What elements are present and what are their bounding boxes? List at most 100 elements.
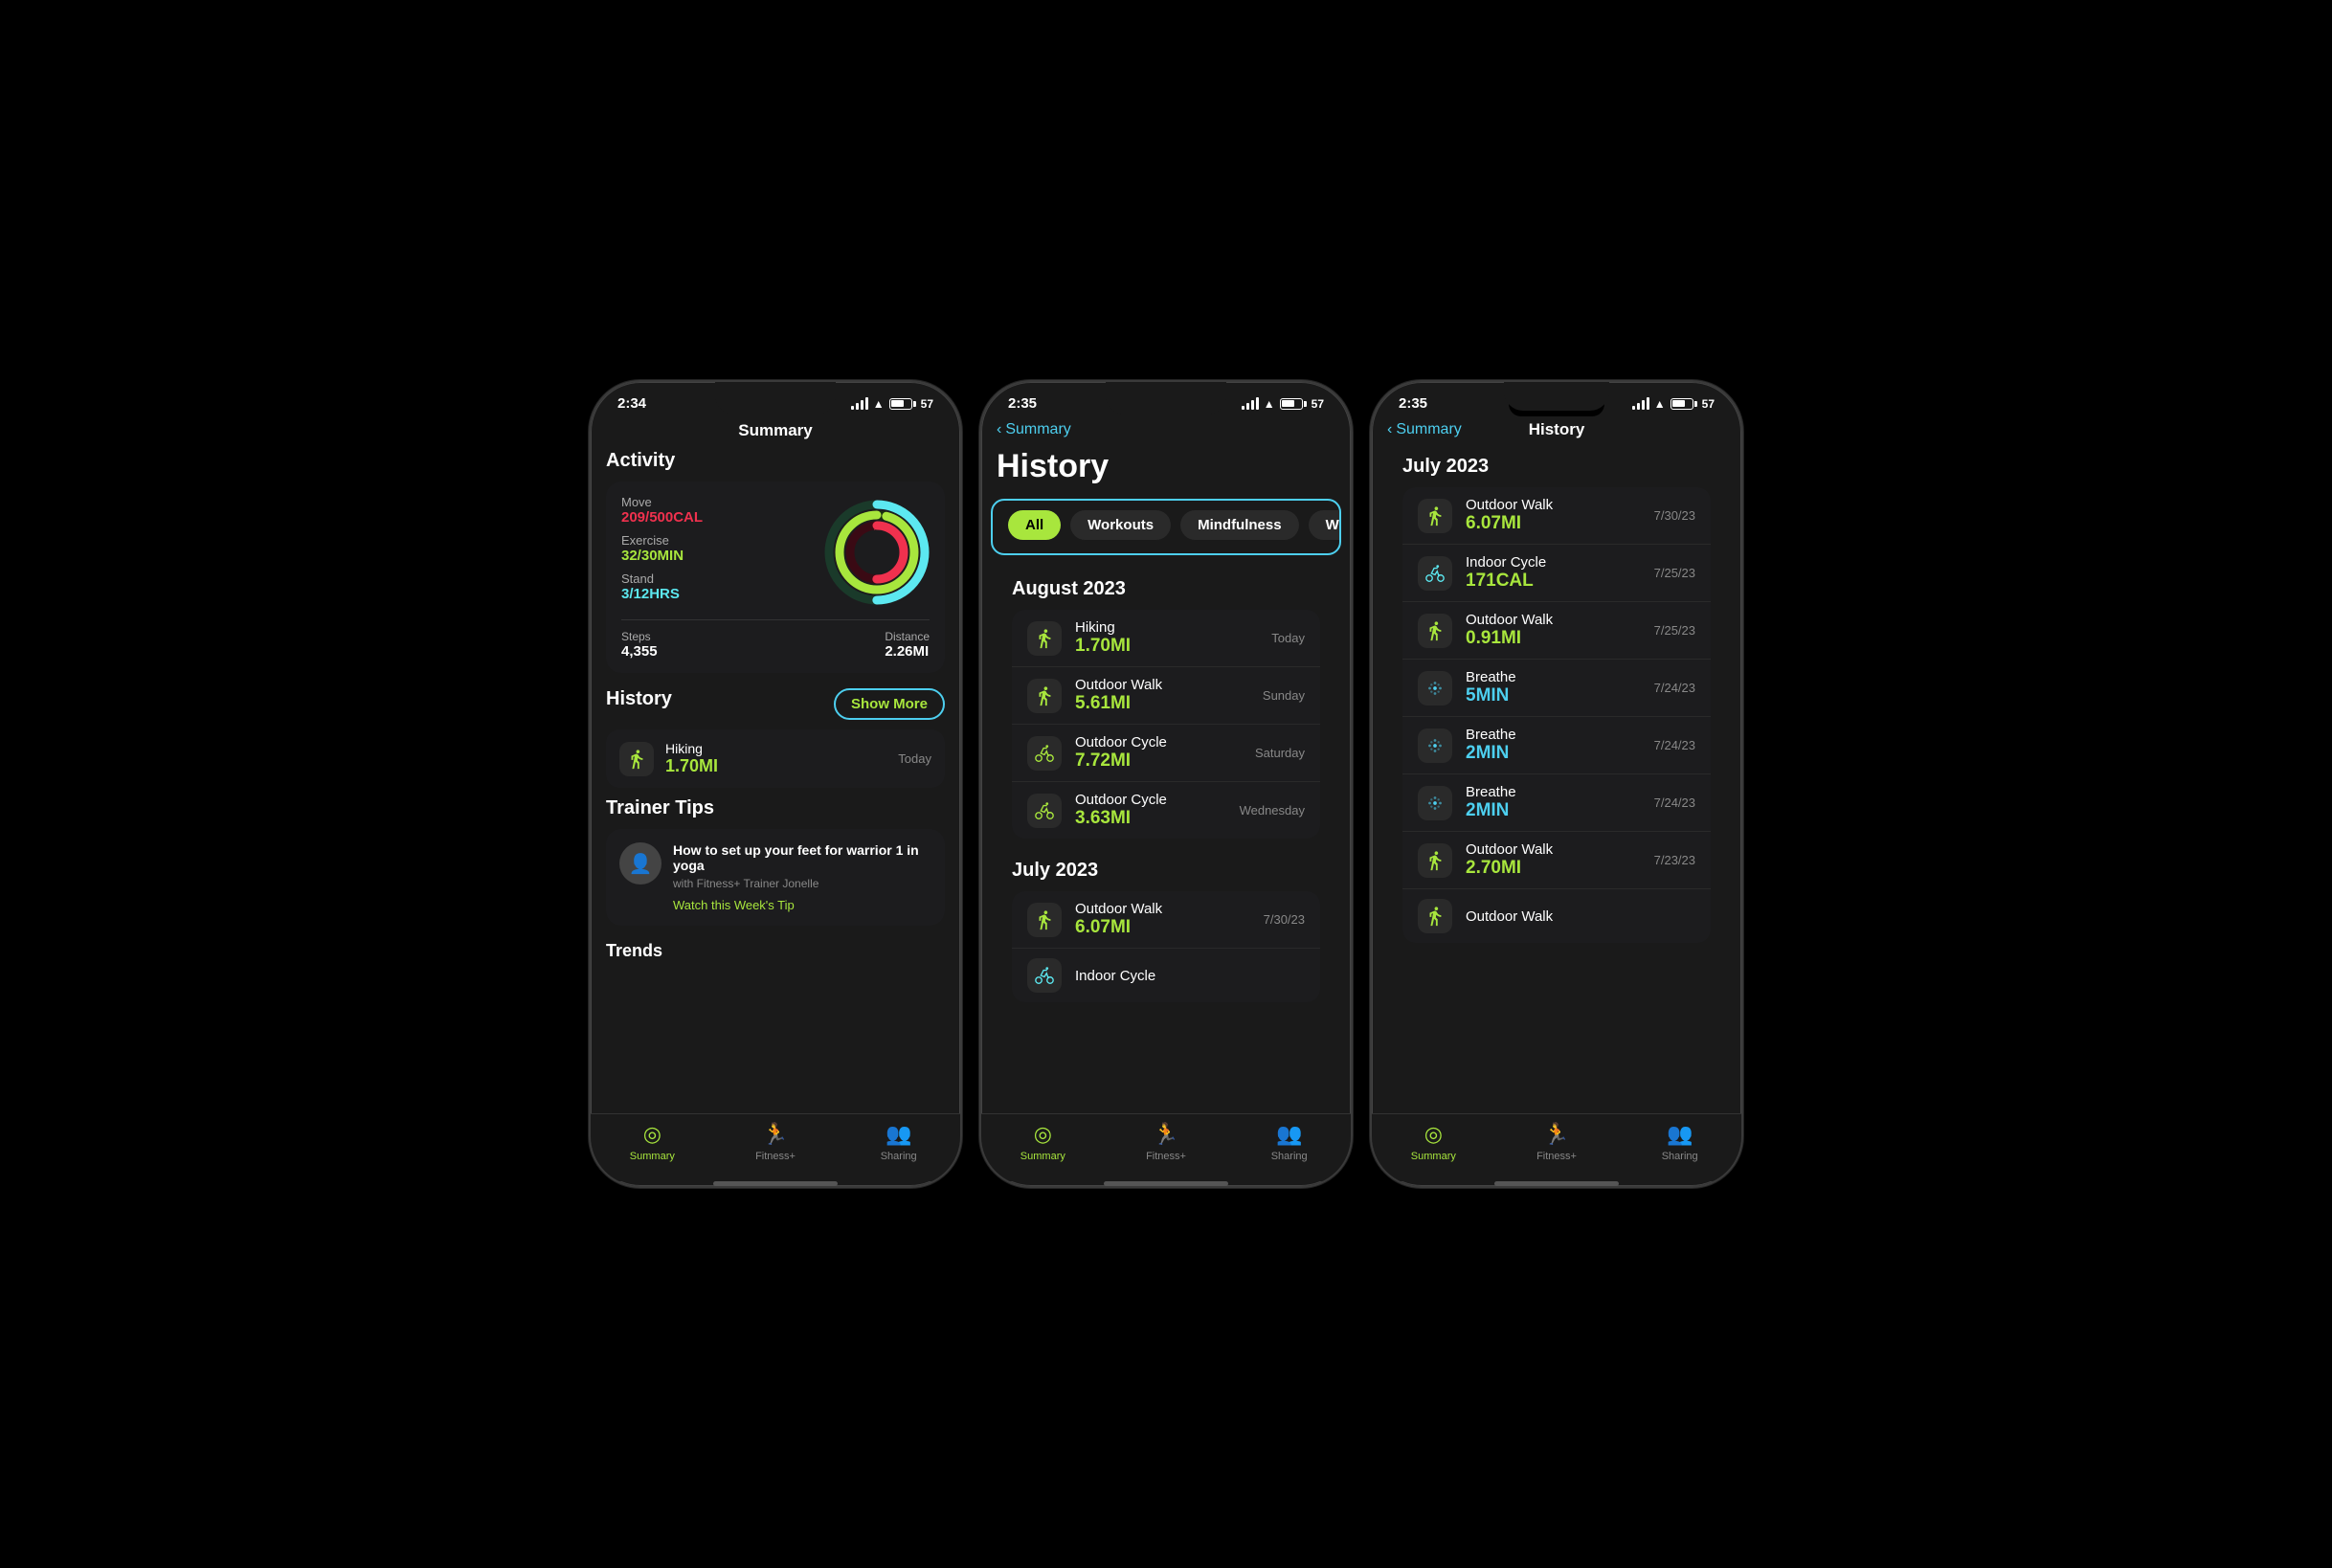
aug-item-2[interactable]: Outdoor Cycle 7.72MI Saturday (1012, 725, 1320, 782)
battery-icon-2 (1280, 398, 1307, 410)
steps-metric: Steps 4,355 (621, 630, 658, 660)
aug-date-1: Sunday (1263, 688, 1305, 703)
jul3-info-0: Outdoor Walk 6.07MI (1466, 497, 1654, 534)
trainer-tips-title: Trainer Tips (606, 797, 945, 819)
jul2-name-0: Outdoor Walk (1075, 901, 1264, 917)
home-indicator-2 (981, 1181, 1351, 1186)
status-time-1: 2:34 (617, 395, 646, 412)
move-stat: Move 209/500CAL (621, 495, 824, 526)
dynamic-island (1509, 392, 1604, 416)
august-section: Hiking 1.70MI Today Outdoor Walk 5.61MI … (1012, 610, 1320, 839)
jul3-item-1[interactable]: Indoor Cycle 171CAL 7/25/23 (1402, 545, 1711, 602)
jul3-icon-6 (1418, 843, 1452, 878)
status-time-2: 2:35 (1008, 395, 1037, 412)
wifi-icon-1: ▲ (873, 397, 885, 411)
status-icons-2: ▲ 57 (1242, 397, 1324, 411)
filter-tab-all[interactable]: All (1008, 510, 1061, 540)
jul3-info-6: Outdoor Walk 2.70MI (1466, 841, 1654, 879)
tips-card[interactable]: 👤 How to set up your feet for warrior 1 … (606, 829, 945, 926)
tip-link[interactable]: Watch this Week's Tip (673, 898, 931, 912)
aug-item-0[interactable]: Hiking 1.70MI Today (1012, 610, 1320, 667)
jul3-item-4[interactable]: Breathe 2MIN 7/24/23 (1402, 717, 1711, 774)
jul3-name-7: Outdoor Walk (1466, 908, 1695, 925)
jul2-item-0[interactable]: Outdoor Walk 6.07MI 7/30/23 (1012, 891, 1320, 949)
jul3-item-0[interactable]: Outdoor Walk 6.07MI 7/30/23 (1402, 487, 1711, 545)
back-label-2: Summary (1005, 421, 1070, 438)
jul3-info-5: Breathe 2MIN (1466, 784, 1654, 821)
tab-summary-3[interactable]: ◎ Summary (1372, 1122, 1495, 1162)
jul2-date-0: 7/30/23 (1264, 912, 1305, 927)
jul3-icon-1 (1418, 556, 1452, 591)
steps-label: Steps (621, 630, 658, 643)
nav-bar-3: ‹ Summary History (1372, 417, 1741, 448)
workout-date-hiking: Today (898, 751, 931, 766)
jul3-item-7[interactable]: Outdoor Walk (1402, 889, 1711, 943)
jul3-info-2: Outdoor Walk 0.91MI (1466, 612, 1654, 649)
jul3-item-5[interactable]: Breathe 2MIN 7/24/23 (1402, 774, 1711, 832)
back-chevron-3: ‹ (1387, 421, 1392, 438)
jul3-name-4: Breathe (1466, 727, 1654, 743)
tab-summary-1[interactable]: ◎ Summary (591, 1122, 714, 1162)
jul3-icon-5 (1418, 786, 1452, 820)
jul2-item-1[interactable]: Indoor Cycle (1012, 949, 1320, 1002)
aug-icon-2 (1027, 736, 1062, 771)
tab-sharing-2[interactable]: 👥 Sharing (1227, 1122, 1351, 1162)
signal-bars-3 (1632, 397, 1649, 410)
tip-text: How to set up your feet for warrior 1 in… (673, 842, 931, 873)
scroll-content-2[interactable]: August 2023 Hiking 1.70MI Today (981, 571, 1351, 1113)
jul3-date-0: 7/30/23 (1654, 508, 1695, 523)
tab-bar-1: ◎ Summary 🏃 Fitness+ 👥 Sharing (591, 1113, 960, 1181)
filter-tab-workouts[interactable]: Workouts (1070, 510, 1171, 540)
jul3-item-6[interactable]: Outdoor Walk 2.70MI 7/23/23 (1402, 832, 1711, 889)
history-item-hiking[interactable]: Hiking 1.70MI Today (606, 729, 945, 788)
exercise-value: 32/30MIN (621, 548, 824, 564)
tab-sharing-3[interactable]: 👥 Sharing (1618, 1122, 1741, 1162)
history-header-row: History Show More (606, 688, 945, 720)
aug-value-1: 5.61MI (1075, 693, 1263, 714)
scroll-content-1[interactable]: Activity Move 209/500CAL Exercise 32/30M… (591, 450, 960, 1113)
aug-icon-3 (1027, 794, 1062, 828)
tab-summary-2[interactable]: ◎ Summary (981, 1122, 1105, 1162)
battery-percent-3: 57 (1702, 397, 1715, 411)
signal-bars-2 (1242, 397, 1259, 410)
jul3-value-2: 0.91MI (1466, 628, 1654, 649)
aug-date-2: Saturday (1255, 746, 1305, 760)
battery-icon-3 (1671, 398, 1697, 410)
phones-container: 2:34 ▲ 57 Summary Activity (589, 380, 1743, 1188)
aug-item-3[interactable]: Outdoor Cycle 3.63MI Wednesday (1012, 782, 1320, 839)
jul3-item-2[interactable]: Outdoor Walk 0.91MI 7/25/23 (1402, 602, 1711, 660)
aug-icon-0 (1027, 621, 1062, 656)
aug-value-0: 1.70MI (1075, 636, 1271, 657)
jul3-info-4: Breathe 2MIN (1466, 727, 1654, 764)
jul3-name-3: Breathe (1466, 669, 1654, 685)
sharing-tab-label-2: Sharing (1271, 1151, 1308, 1162)
status-time-3: 2:35 (1399, 395, 1427, 412)
aug-item-1[interactable]: Outdoor Walk 5.61MI Sunday (1012, 667, 1320, 725)
tab-fitness-3[interactable]: 🏃 Fitness+ (1495, 1122, 1619, 1162)
status-bar-3: 2:35 ▲ 57 (1372, 382, 1741, 417)
battery-percent-2: 57 (1312, 397, 1324, 411)
home-indicator-1 (591, 1181, 960, 1186)
jul3-icon-4 (1418, 728, 1452, 763)
exercise-label: Exercise (621, 533, 824, 548)
scroll-content-3[interactable]: July 2023 Outdoor Walk 6.07MI 7/30/23 (1372, 448, 1741, 1113)
filter-tab-w[interactable]: W (1309, 510, 1341, 540)
back-button-3[interactable]: ‹ Summary (1387, 421, 1462, 438)
back-button-2[interactable]: ‹ Summary (997, 421, 1071, 438)
tab-sharing-1[interactable]: 👥 Sharing (837, 1122, 960, 1162)
home-indicator-3 (1372, 1181, 1741, 1186)
activity-card: Move 209/500CAL Exercise 32/30MIN Stand … (606, 482, 945, 673)
filter-tab-mindfulness[interactable]: Mindfulness (1180, 510, 1299, 540)
fitness-tab-icon-2: 🏃 (1153, 1122, 1178, 1147)
jul3-item-3[interactable]: Breathe 5MIN 7/24/23 (1402, 660, 1711, 717)
tab-fitness-2[interactable]: 🏃 Fitness+ (1105, 1122, 1228, 1162)
show-more-button[interactable]: Show More (834, 688, 945, 720)
jul3-name-1: Indoor Cycle (1466, 554, 1654, 571)
tab-fitness-1[interactable]: 🏃 Fitness+ (714, 1122, 838, 1162)
jul2-value-0: 6.07MI (1075, 917, 1264, 938)
stand-label: Stand (621, 571, 824, 586)
back-label-3: Summary (1396, 421, 1461, 438)
tip-content: How to set up your feet for warrior 1 in… (673, 842, 931, 912)
jul3-date-3: 7/24/23 (1654, 681, 1695, 695)
jul2-icon-1 (1027, 958, 1062, 993)
